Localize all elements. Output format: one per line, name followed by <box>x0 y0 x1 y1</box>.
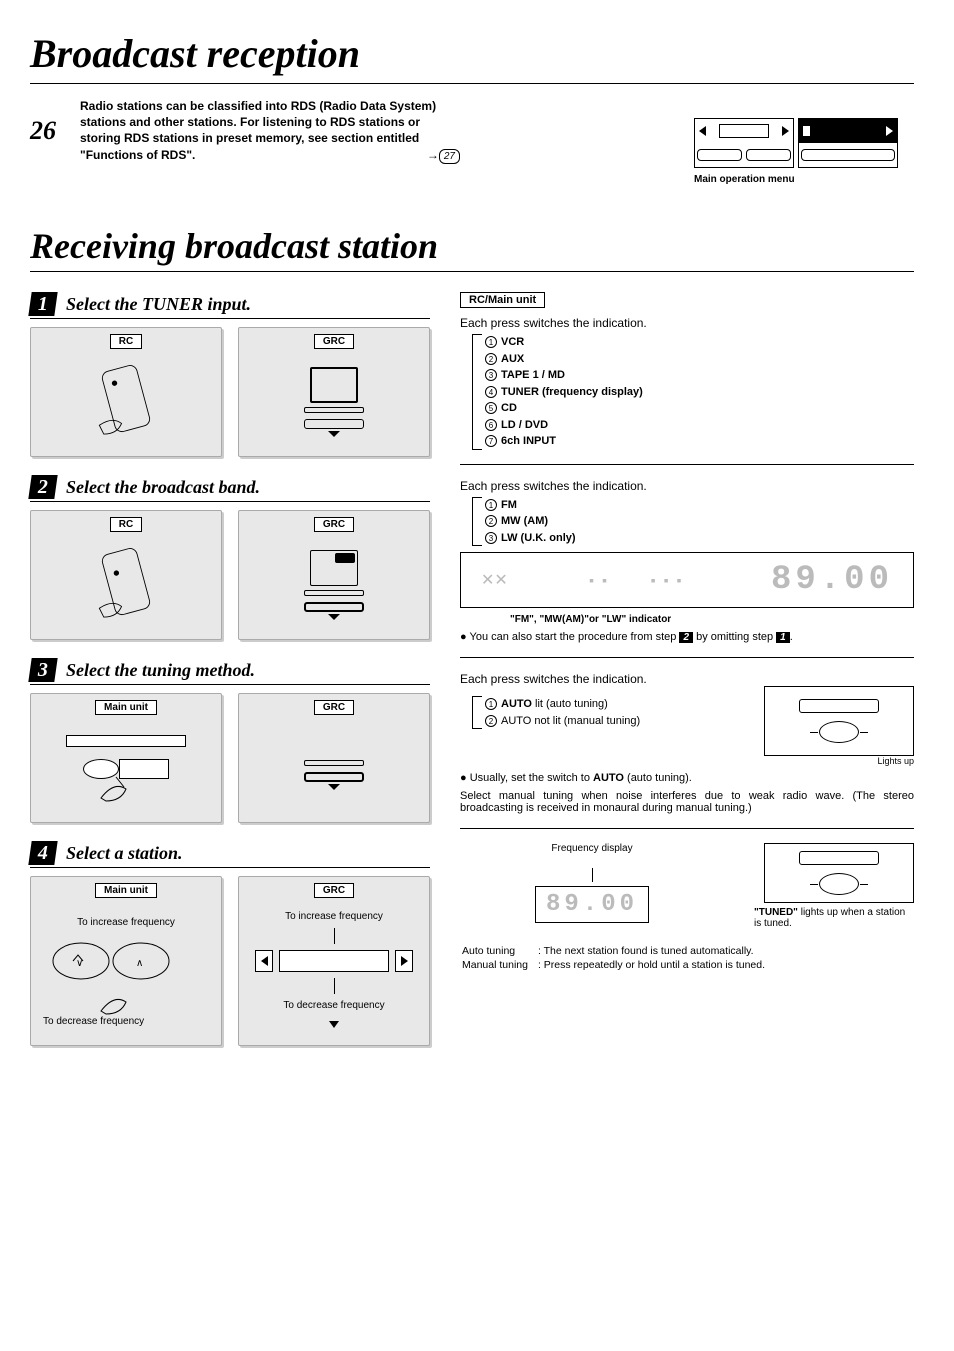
svg-text:∨: ∨ <box>76 958 83 969</box>
band-mw: MW (AM) <box>501 515 548 527</box>
label-mainunit-2: Main unit <box>95 883 157 898</box>
label-grc-2: GRC <box>314 517 354 532</box>
input-tape: TAPE 1 / MD <box>501 369 565 381</box>
label-grc: GRC <box>314 334 354 349</box>
panel-step4-mainunit: Main unit To increase frequency ∨ ∧ <box>30 876 222 1046</box>
press-switch-2: Each press switches the indication. <box>460 479 914 493</box>
right-column: RC/Main unit Each press switches the ind… <box>460 286 914 1064</box>
monitor-icon <box>299 746 369 792</box>
input-6ch: 6ch INPUT <box>501 435 556 447</box>
press-switch-3: Each press switches the indication. <box>460 672 914 686</box>
input-aux: AUX <box>501 353 524 365</box>
band-lw: LW (U.K. only) <box>501 532 576 544</box>
panel-step2-grc: GRC <box>238 510 430 640</box>
panel-step4-grc: GRC To increase frequency To decrease fr… <box>238 876 430 1046</box>
rc-mainunit-badge: RC/Main unit <box>460 292 545 308</box>
step-2-header: 2 Select the broadcast band. <box>30 475 430 502</box>
step-1-header: 1 Select the TUNER input. <box>30 292 430 319</box>
step-3-header: 3 Select the tuning method. <box>30 658 430 685</box>
band-fm: FM <box>501 499 517 511</box>
caption-dec-right: To decrease frequency <box>283 1000 384 1011</box>
tuned-block: "TUNED" lights up when a station is tune… <box>754 843 914 929</box>
svg-text:∧: ∧ <box>136 958 143 969</box>
menu-caption: Main operation menu <box>694 174 914 185</box>
intro-text-body: Radio stations can be classified into RD… <box>80 99 436 162</box>
left-column: 1 Select the TUNER input. RC GRC <box>30 286 430 1064</box>
monitor-icon <box>299 367 369 439</box>
manual-label: Manual tuning <box>462 959 536 971</box>
freq-display-caption: Frequency display <box>460 843 724 854</box>
panel-step3-grc: GRC <box>238 693 430 823</box>
input-cycle-list: 1VCR 2AUX 3TAPE 1 / MD 4TUNER (frequency… <box>472 334 914 450</box>
lcd-freq: 89.00 <box>771 561 893 599</box>
band-cycle-list: 1FM 2MW (AM) 3LW (U.K. only) <box>472 497 914 547</box>
left-arrow-button[interactable] <box>255 950 273 972</box>
label-mainunit: Main unit <box>95 700 157 715</box>
lights-up-caption: Lights up <box>460 756 914 766</box>
nav-arrows <box>255 950 413 972</box>
lcd-dots: ▪▪ ▪▪▪ <box>589 572 689 588</box>
menu-panel-left <box>694 118 794 168</box>
step-3-title: Select the tuning method. <box>66 660 255 681</box>
remote-icon <box>81 363 171 443</box>
indicator-note: "FM", "MW(AM)"or "LW" indicator <box>510 614 914 625</box>
input-vcr: VCR <box>501 336 524 348</box>
panel-step2-rc: RC <box>30 510 222 640</box>
manual-note: Select manual tuning when noise interfer… <box>460 790 914 814</box>
step-4-header: 4 Select a station. <box>30 841 430 868</box>
step-2-title: Select the broadcast band. <box>66 477 260 498</box>
right-arrow-button[interactable] <box>395 950 413 972</box>
step-4-title: Select a station. <box>66 843 183 864</box>
tuning-mode-list: 1AUTO lit (auto tuning) 2AUTO not lit (m… <box>472 696 914 729</box>
input-ld-dvd: LD / DVD <box>501 419 548 431</box>
menu-panel-right <box>798 118 898 168</box>
tuning-table: Auto tuning : The next station found is … <box>460 943 775 973</box>
antenna-icon: ✕✕ <box>481 570 508 590</box>
intro-text: Radio stations can be classified into RD… <box>80 98 460 185</box>
auto-label: Auto tuning <box>462 945 536 957</box>
auto-desc: : The next station found is tuned automa… <box>538 945 773 957</box>
step-4-number: 4 <box>28 841 57 865</box>
input-cd: CD <box>501 402 517 414</box>
page-ref-icon: 27 <box>439 149 460 165</box>
press-switch-1: Each press switches the indication. <box>460 316 914 330</box>
freq-display-block: Frequency display 89.00 <box>460 843 724 923</box>
input-tuner: TUNER (frequency display) <box>501 386 643 398</box>
remote-icon <box>81 546 171 626</box>
caption-dec-left: To decrease frequency <box>43 1016 144 1027</box>
label-grc-3: GRC <box>314 700 354 715</box>
page-number: 26 <box>30 98 60 185</box>
label-grc-4: GRC <box>314 883 354 898</box>
manual-desc: : Press repeatedly or hold until a stati… <box>538 959 773 971</box>
page-title-sub: Receiving broadcast station <box>30 225 914 272</box>
caption-inc-right: To increase frequency <box>285 911 383 922</box>
panel-step1-rc: RC <box>30 327 222 457</box>
auto-note: ● Usually, set the switch to AUTO (auto … <box>460 772 914 784</box>
step-2-number: 2 <box>28 475 57 499</box>
intro-row: 26 Radio stations can be classified into… <box>30 98 914 185</box>
panel-step1-grc: GRC <box>238 327 430 457</box>
step-1-number: 1 <box>28 292 57 316</box>
mode-manual: AUTO not lit (manual tuning) <box>501 715 640 727</box>
step-1-title: Select the TUNER input. <box>66 294 251 315</box>
unit-knob-icon <box>37 735 215 803</box>
monitor-icon <box>299 550 369 622</box>
omit-step-note: ● You can also start the procedure from … <box>460 631 914 643</box>
panel-step3-mainunit: Main unit <box>30 693 222 823</box>
main-menu-diagram: Main operation menu <box>694 98 914 185</box>
knob-icon <box>819 873 859 895</box>
label-rc-2: RC <box>110 517 142 532</box>
lcd-display-band: ✕✕ ▪▪ ▪▪▪ 89.00 <box>460 552 914 608</box>
rocker-switch-icon: ∨ ∧ <box>51 936 201 986</box>
page-title-main: Broadcast reception <box>30 30 914 84</box>
caption-inc-left: To increase frequency <box>77 917 175 928</box>
freq-lcd-value: 89.00 <box>546 891 638 918</box>
label-rc: RC <box>110 334 142 349</box>
tuned-note: "TUNED" lights up when a station is tune… <box>754 907 914 929</box>
step-3-number: 3 <box>28 658 57 682</box>
